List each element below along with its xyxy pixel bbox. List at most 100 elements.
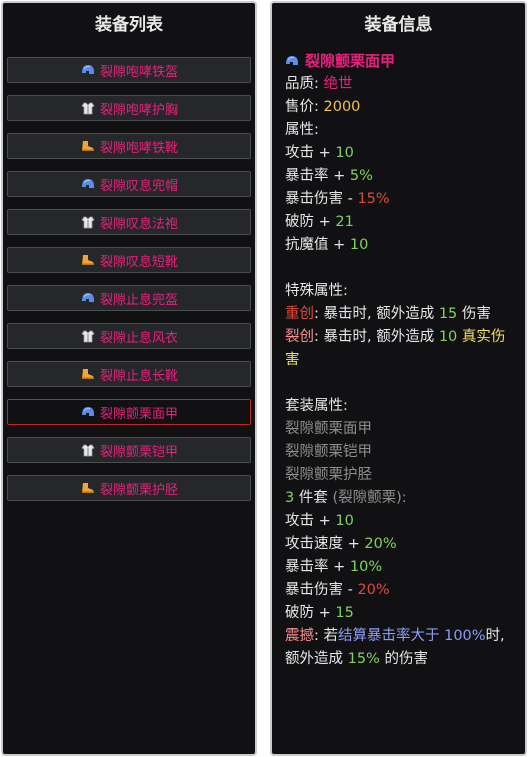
equipment-list-item[interactable]: 裂隙叹息法袍 xyxy=(7,209,251,235)
quality-row: 品质: 绝世 xyxy=(285,73,515,96)
quality-label: 品质: xyxy=(285,76,319,92)
helmet-icon xyxy=(80,291,96,305)
equipment-list-item[interactable]: 裂隙咆哮铁盔 xyxy=(7,57,251,83)
stat-name: 暴击伤害 xyxy=(285,191,343,207)
special-attribute-row: 裂创: 暴击时, 额外造成 10 真实伤害 xyxy=(285,326,515,372)
equipment-list-item-label: 裂隙止息风衣 xyxy=(99,330,178,346)
chest-armor-icon xyxy=(80,329,96,343)
equipment-list-item[interactable]: 裂隙咆哮护胸 xyxy=(7,95,251,121)
boot-icon xyxy=(80,481,96,495)
special-attributes-label: 特殊属性: xyxy=(285,283,348,299)
special-name: 裂创 xyxy=(285,329,314,345)
set-special-value: 15% xyxy=(347,651,380,667)
stat-name: 暴击率 xyxy=(285,559,329,575)
set-special-name: 震撼 xyxy=(285,628,314,644)
equipment-list-item-label: 裂隙止息长靴 xyxy=(99,368,178,384)
equipment-list-item[interactable]: 裂隙止息风衣 xyxy=(7,323,251,349)
helmet-icon xyxy=(80,405,96,419)
set-special-condition: 结算暴击率大于 100% xyxy=(338,628,486,644)
equipment-list-item[interactable]: 裂隙叹息短靴 xyxy=(7,247,251,273)
helmet-icon xyxy=(80,63,96,77)
equipment-list-item-label: 裂隙咆哮铁盔 xyxy=(99,64,178,80)
set-name: (裂隙颤栗): xyxy=(332,490,407,506)
equipment-list-item-label: 裂隙叹息短靴 xyxy=(99,254,178,270)
equipment-list-title: 装备列表 xyxy=(95,15,163,35)
equipment-detail: 裂隙颤栗面甲 品质: 绝世 售价: 2000 属性: 攻击 + 10 暴击率 + … xyxy=(285,49,515,671)
attribute-row: 抗魔值 + 10 xyxy=(285,234,515,257)
stat-value: 21 xyxy=(335,214,354,230)
chest-armor-icon xyxy=(80,443,96,457)
equipment-list: 裂隙咆哮铁盔 裂隙咆哮护胸 裂隙咆哮铁靴 裂隙叹息兜帽 裂隙叹息法袍 裂隙叹息短靴 裂隙止息… xyxy=(7,57,251,513)
set-count-text: 件套 xyxy=(298,490,328,506)
equipment-info-panel: 装备信息 裂隙颤栗面甲 品质: 绝世 售价: 2000 属性: 攻击 + 10 暴… xyxy=(270,1,527,756)
special-value: 10 xyxy=(438,329,458,345)
stat-operator: - xyxy=(347,582,353,598)
stat-operator: + xyxy=(318,513,331,529)
special-value: 15 xyxy=(438,306,458,322)
equipment-list-panel: 装备列表 裂隙咆哮铁盔裂隙咆哮护胸裂隙咆哮铁靴 裂隙叹息兜帽裂隙叹息法袍裂隙叹息短… xyxy=(1,1,257,756)
stat-value: 10 xyxy=(349,237,369,253)
stat-operator: + xyxy=(318,145,331,161)
item-name: 裂隙颤栗面甲 xyxy=(305,51,396,70)
set-piece: 裂隙颤栗面甲 xyxy=(285,421,372,437)
stat-value: 20% xyxy=(364,536,397,552)
set-count: 3 xyxy=(285,490,295,506)
stat-value: 5% xyxy=(349,168,373,184)
stat-value: 10 xyxy=(335,513,354,529)
stat-value: 15 xyxy=(335,605,354,621)
equipment-list-item[interactable]: 裂隙咆哮铁靴 xyxy=(7,133,251,159)
helmet-icon xyxy=(285,55,299,67)
boot-icon xyxy=(80,367,96,381)
special-desc: : 暴击时, 额外造成 xyxy=(314,306,435,322)
set-pieces-list: 裂隙颤栗面甲 裂隙颤栗铠甲 裂隙颤栗护胫 xyxy=(285,418,515,487)
chest-armor-icon xyxy=(80,101,96,115)
stat-name: 暴击伤害 xyxy=(285,582,343,598)
set-piece: 裂隙颤栗铠甲 xyxy=(285,444,372,460)
equipment-list-item-label: 裂隙咆哮铁靴 xyxy=(99,140,178,156)
stat-name: 攻击 xyxy=(285,513,314,529)
set-count-row: 3 件套 (裂隙颤栗): xyxy=(285,487,515,510)
equipment-list-item-label: 裂隙叹息兜帽 xyxy=(99,178,178,194)
helmet-icon xyxy=(80,177,96,191)
equipment-list-item[interactable]: 裂隙颤栗护胫 xyxy=(7,475,251,501)
stat-name: 破防 xyxy=(285,214,314,230)
equipment-list-item-label: 裂隙颤栗护胫 xyxy=(99,482,178,498)
set-attribute-row: 攻击 + 10 xyxy=(285,510,515,533)
stat-operator: + xyxy=(347,536,360,552)
quality-value: 绝世 xyxy=(323,76,353,92)
equipment-list-item-label: 裂隙颤栗面甲 xyxy=(99,406,178,422)
attribute-row: 暴击伤害 - 15% xyxy=(285,188,515,211)
attributes-label: 属性: xyxy=(285,122,319,138)
equipment-list-item[interactable]: 裂隙叹息兜帽 xyxy=(7,171,251,197)
stat-value: 20% xyxy=(357,582,390,598)
boot-icon xyxy=(80,139,96,153)
set-special-colon: : 若 xyxy=(314,628,338,644)
set-piece: 裂隙颤栗护胫 xyxy=(285,467,372,483)
special-desc: : 暴击时, 额外造成 xyxy=(314,329,435,345)
set-attribute-row: 攻击速度 + 20% xyxy=(285,533,515,556)
stat-value: 15% xyxy=(357,191,390,207)
boot-icon xyxy=(80,253,96,267)
special-attributes-list: 重创: 暴击时, 额外造成 15 伤害 裂创: 暴击时, 额外造成 10 真实伤害 xyxy=(285,303,515,372)
attribute-row: 破防 + 21 xyxy=(285,211,515,234)
set-attribute-row: 暴击率 + 10% xyxy=(285,556,515,579)
stat-operator: - xyxy=(347,191,353,207)
set-attribute-row: 暴击伤害 - 20% xyxy=(285,579,515,602)
item-name-line: 裂隙颤栗面甲 xyxy=(285,49,515,73)
stat-name: 攻击 xyxy=(285,145,314,161)
equipment-list-item[interactable]: 裂隙颤栗铠甲 xyxy=(7,437,251,463)
equipment-list-item[interactable]: 裂隙止息长靴 xyxy=(7,361,251,387)
set-special-row: 震撼: 若结算暴击率大于 100%时, 额外造成 15% 的伤害 xyxy=(285,625,515,671)
stat-operator: + xyxy=(333,559,346,575)
equipment-list-item[interactable]: 裂隙颤栗面甲 xyxy=(7,399,251,425)
stat-operator: + xyxy=(318,605,331,621)
set-attributes-list: 攻击 + 10 攻击速度 + 20% 暴击率 + 10% 暴击伤害 - 20% 破防 +… xyxy=(285,510,515,625)
special-name: 重创 xyxy=(285,306,314,322)
stat-operator: + xyxy=(318,214,331,230)
attribute-row: 暴击率 + 5% xyxy=(285,165,515,188)
equipment-list-item[interactable]: 裂隙止息兜盔 xyxy=(7,285,251,311)
equipment-list-item-label: 裂隙颤栗铠甲 xyxy=(99,444,178,460)
stat-value: 10 xyxy=(335,145,354,161)
stat-name: 抗魔值 xyxy=(285,237,329,253)
equipment-info-title: 装备信息 xyxy=(364,15,433,35)
